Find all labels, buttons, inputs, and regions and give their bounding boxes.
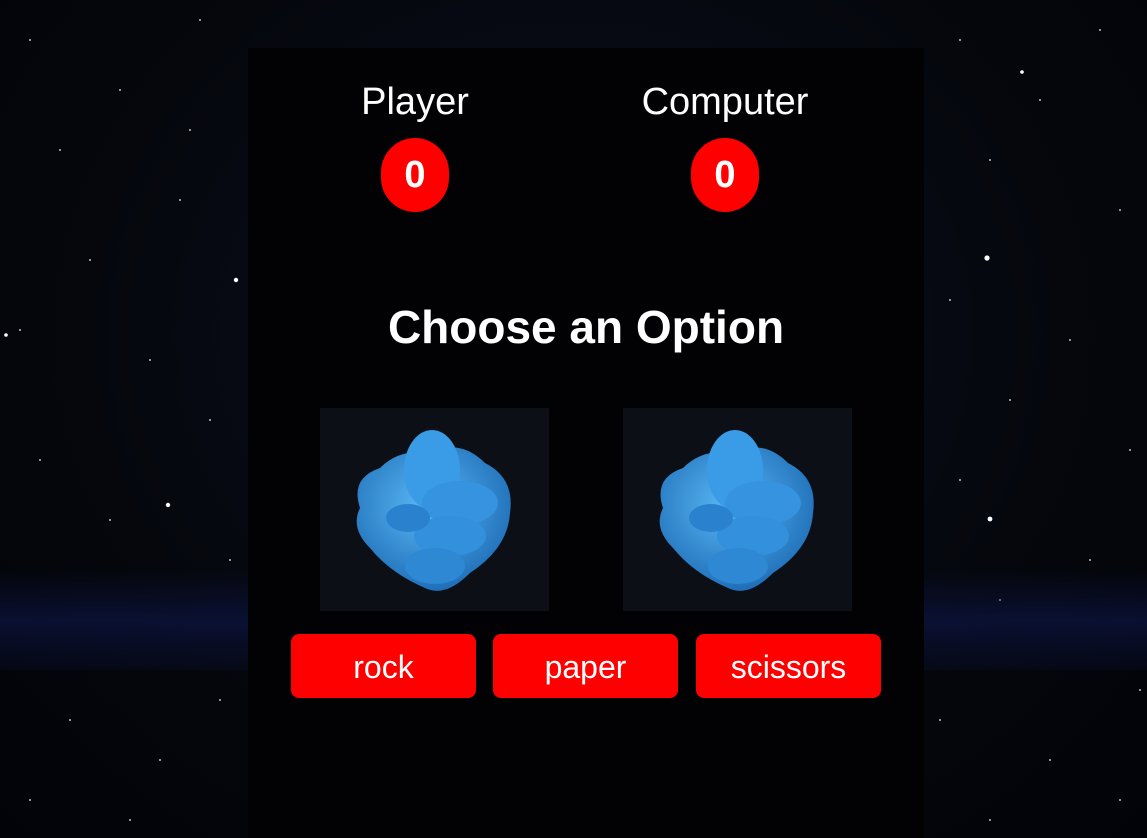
computer-score-section: Computer 0 <box>625 80 825 212</box>
player-score-section: Player 0 <box>315 80 515 212</box>
player-label: Player <box>361 81 469 123</box>
choose-option-heading: Choose an Option <box>387 301 785 353</box>
rock-fist-icon <box>356 430 511 591</box>
paper-button[interactable]: paper <box>493 634 678 698</box>
player-score-badge: 0 <box>381 138 449 212</box>
scissors-button[interactable]: scissors <box>696 634 881 698</box>
computer-hand-display <box>623 408 852 611</box>
player-hand-display <box>320 408 549 611</box>
computer-label: Computer <box>641 81 809 123</box>
computer-score-badge: 0 <box>691 138 759 212</box>
rock-fist-icon <box>659 430 814 591</box>
rock-button[interactable]: rock <box>291 634 476 698</box>
